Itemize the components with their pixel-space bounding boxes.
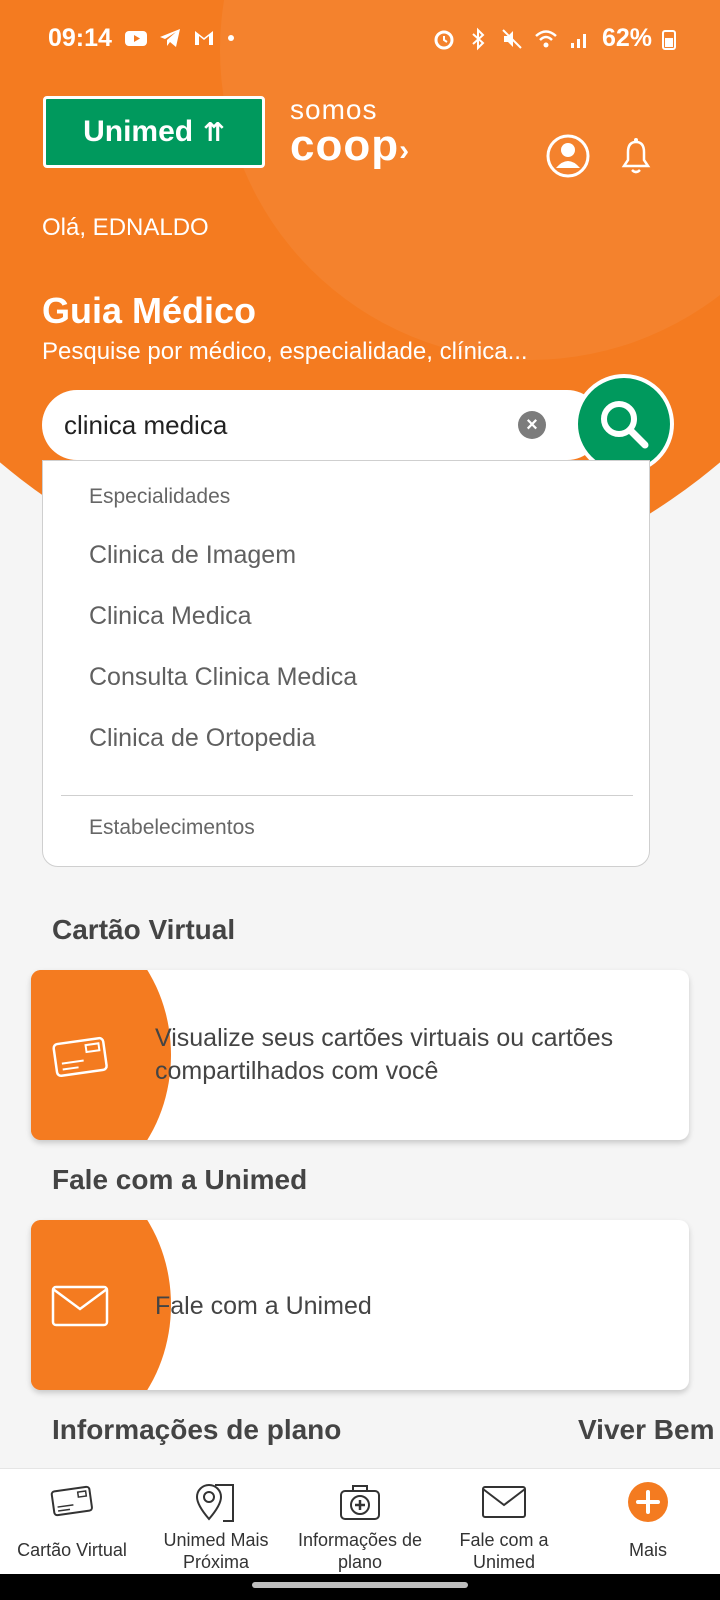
notification-icons	[124, 26, 236, 50]
telegram-icon	[160, 29, 180, 47]
nav-virtual-card[interactable]: Cartão Virtual	[0, 1469, 144, 1575]
plan-info-section-title: Informações de plano	[52, 1414, 342, 1445]
logo-text: Unimed	[83, 115, 194, 148]
contact-section-title: Fale com a Unimed	[52, 1164, 308, 1195]
mute-icon	[502, 28, 522, 49]
envelope-icon	[482, 1486, 526, 1518]
home-gesture-handle[interactable]	[252, 1582, 468, 1588]
search-button[interactable]	[574, 374, 674, 474]
status-time: 09:14	[48, 24, 112, 52]
establishments-heading: Estabelecimentos	[89, 816, 255, 839]
unimed-tree-icon: ⇈	[203, 116, 225, 147]
specialties-heading: Especialidades	[89, 485, 231, 508]
search-bar: ×	[42, 390, 602, 460]
more-notifications-dot-icon	[228, 35, 234, 41]
card-icon	[52, 1036, 108, 1078]
app-screen: 09:14 62% Unimed ⇈ somos coop› Olá, EDNA…	[0, 0, 720, 1600]
bluetooth-icon	[472, 27, 485, 50]
suggestion-item[interactable]: Clinica de Imagem	[89, 541, 296, 570]
alarm-icon	[434, 30, 454, 49]
contact-description: Fale com a Unimed	[155, 1292, 372, 1320]
search-suggestions: Especialidades Clinica de Imagem Clinica…	[42, 460, 650, 867]
virtual-card-description: Visualize seus cartões virtuais ou cartõ…	[155, 1024, 614, 1085]
card-icon	[50, 1485, 93, 1517]
battery-icon	[662, 29, 676, 50]
unimed-logo: Unimed ⇈	[43, 96, 265, 168]
virtual-card-card[interactable]: Visualize seus cartões virtuais ou cartõ…	[31, 970, 689, 1140]
nav-nearest-unimed[interactable]: Unimed Mais Próxima	[144, 1469, 288, 1575]
search-input[interactable]	[62, 408, 506, 442]
profile-icon[interactable]	[546, 134, 590, 178]
suggestions-divider	[61, 795, 633, 796]
medical-kit-icon	[340, 1485, 380, 1520]
coop-arrow-icon: ›	[399, 134, 410, 167]
wifi-icon	[535, 29, 557, 47]
virtual-card-section-title: Cartão Virtual	[52, 914, 236, 945]
live-well-section-title: Viver Bem	[578, 1414, 715, 1445]
somos-coop-logo: somos coop›	[290, 94, 410, 170]
nav-plan-info[interactable]: Informações de plano	[288, 1469, 432, 1575]
suggestion-item[interactable]: Consulta Clinica Medica	[89, 663, 357, 692]
suggestion-item[interactable]: Clinica de Ortopedia	[89, 724, 316, 753]
status-right: 62%	[432, 24, 676, 53]
notifications-bell-icon[interactable]	[614, 134, 658, 178]
clear-search-icon[interactable]: ×	[518, 411, 546, 439]
gmail-icon	[195, 31, 213, 45]
suggestion-item[interactable]: Clinica Medica	[89, 602, 252, 631]
bottom-navigation: Cartão Virtual Unimed Mais Próxima Infor…	[0, 1468, 720, 1575]
page-subtitle: Pesquise por médico, especialidade, clín…	[42, 338, 528, 365]
plus-icon	[628, 1482, 668, 1522]
greeting: Olá, EDNALDO	[42, 214, 209, 241]
page-title: Guia Médico	[42, 290, 257, 331]
signal-icon	[570, 33, 586, 48]
map-pin-icon	[195, 1484, 234, 1522]
nav-more[interactable]: Mais	[576, 1469, 720, 1575]
envelope-icon	[51, 1285, 109, 1327]
system-navigation-bar	[0, 1574, 720, 1600]
search-icon	[601, 401, 649, 449]
nav-contact[interactable]: Fale com a Unimed	[432, 1469, 576, 1575]
battery-level: 62%	[601, 24, 652, 52]
status-bar: 09:14 62%	[0, 0, 720, 80]
youtube-icon	[125, 31, 147, 46]
contact-card[interactable]: Fale com a Unimed	[31, 1220, 689, 1390]
